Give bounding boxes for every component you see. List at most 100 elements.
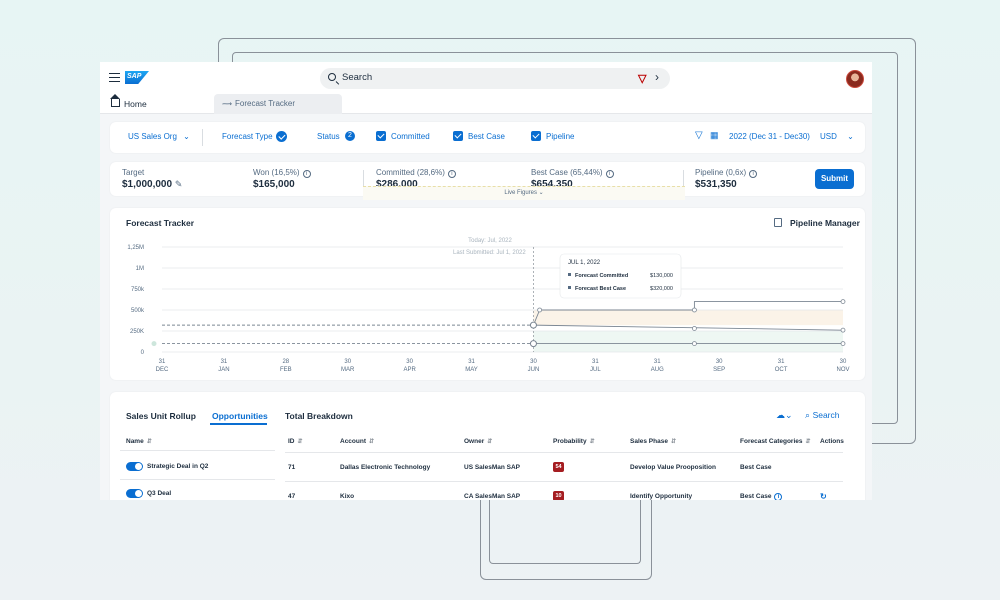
column-header-probability[interactable]: Probability ⇵ [553,438,595,445]
series-line [533,324,844,331]
home-icon[interactable] [110,94,120,107]
row-owner: CA SalesMan SAP [464,493,521,500]
live-figures-toggle[interactable]: Live Figures ⌄ [363,186,685,200]
divider [285,452,843,453]
deal-toggle[interactable] [126,489,143,498]
best-case-checkbox[interactable] [453,131,463,141]
forecast-type-check-icon[interactable] [276,131,287,142]
tooltip-row-label: Forecast Best Case [575,286,626,292]
data-point [529,321,537,329]
best-case-label[interactable]: Best Case [468,132,505,141]
sales-org-select[interactable]: US Sales Org ⌄ [128,132,190,141]
x-tick-day: 30 [840,359,847,365]
calendar-icon[interactable]: ▦ [710,130,719,141]
target-value: $1,000,000 ✎ [122,179,183,190]
data-point [151,341,157,347]
y-tick-label: 250K [130,329,144,335]
data-point [529,340,537,348]
filter-icon[interactable]: ▽ [638,72,646,85]
tab-forecast-tracker-label: Forecast Tracker [235,99,296,108]
row-forecast-category: Best Case [740,464,772,471]
deal-toggle[interactable] [126,462,143,471]
menu-icon[interactable] [109,73,120,82]
column-header-forecast-categories[interactable]: Forecast Categories ⇵ [740,438,811,445]
x-tick-month: OCT [775,367,788,373]
pipeline-label[interactable]: Pipeline [546,132,574,141]
tab-forecast-tracker[interactable]: ⟿ Forecast Tracker [214,94,342,114]
opportunities-card: Sales Unit Rollup Opportunities Total Br… [110,392,865,500]
committed-label[interactable]: Committed [391,132,430,141]
row-owner: US SalesMan SAP [464,464,520,471]
tab-sales-unit-rollup[interactable]: Sales Unit Rollup [126,411,196,421]
app-window: SAP Search ▽ › Home ⟿ Forecast Tracker U… [100,62,872,500]
search-field[interactable]: Search ▽ › [320,68,670,89]
x-tick-month: DEC [156,367,169,373]
info-icon: i [302,170,311,178]
tooltip-row-value: $320,000 [650,286,673,292]
row-sales-phase: Identify Opportunity [630,493,693,500]
table-search-button[interactable]: ⌕ Search [805,410,840,421]
divider [285,481,843,482]
x-tick-day: 30 [530,359,537,365]
target-label: Target [122,168,145,177]
tab-total-breakdown[interactable]: Total Breakdown [285,411,353,421]
column-header-id[interactable]: ID ⇵ [288,438,303,445]
x-tick-month: AUG [651,367,664,373]
cloud-upload-icon[interactable]: ☁⌄ [776,410,793,421]
committed-band [533,331,843,352]
won-value: $165,000 [253,179,295,190]
column-header-name[interactable]: Name ⇵ [126,438,152,445]
search-icon: ⌕ [805,410,811,420]
divider [120,450,275,451]
x-tick-day: 30 [406,359,413,365]
y-tick-label: 0 [141,350,145,356]
trend-icon: ⟿ [222,101,233,108]
refresh-icon[interactable]: ↻ [820,492,827,500]
filter-icon[interactable]: ▽ [695,130,703,141]
x-tick-month: NOV [836,367,849,373]
column-header-owner[interactable]: Owner ⇵ [464,438,492,445]
committed-kpi-label: Committed (28,6%) i [376,168,456,178]
x-tick-day: 30 [344,359,351,365]
x-tick-month: JAN [218,367,229,373]
x-tick-month: JUN [528,367,540,373]
x-tick-day: 31 [159,359,166,365]
status-count-badge: 2 [345,131,355,141]
avatar[interactable] [846,70,864,88]
forecast-chart-card: Forecast Tracker Pipeline Manager 1,25M 1… [110,208,865,380]
x-tick-day: 31 [654,359,661,365]
period-select[interactable]: 2022 (Dec 31 - Dec30) [729,132,810,141]
info-icon: i [447,170,456,178]
probability-badge: 10 [553,491,564,500]
pipeline-kpi-value: $531,350 [695,179,737,190]
home-link[interactable]: Home [124,99,147,109]
tooltip-legend-swatch [568,286,571,289]
info-icon: i [749,170,758,178]
chevron-right-icon[interactable]: › [655,70,659,84]
row-sales-phase: Develop Value Prooposition [630,464,716,471]
tab-opportunities[interactable]: Opportunities [212,411,268,421]
data-point [692,307,697,313]
deal-name: Strategic Deal in Q2 [147,463,209,470]
x-tick-month: FEB [280,367,292,373]
divider [202,129,203,146]
shell-bar: SAP Search ▽ › [100,62,872,94]
pipeline-checkbox[interactable] [531,131,541,141]
forecast-chart: 1,25M 1M 750k 500k 250K 0 31 DEC 31 JAN 28 FEB 30 MAR… [127,238,849,373]
committed-checkbox[interactable] [376,131,386,141]
pipeline-kpi-label: Pipeline (0,6x) i [695,168,758,178]
column-header-account[interactable]: Account ⇵ [340,438,374,445]
column-header-sales-phase[interactable]: Sales Phase ⇵ [630,438,676,445]
x-tick-month: JUL [590,367,601,373]
currency-select[interactable]: USD ⌄ [820,132,854,141]
submit-button[interactable]: Submit [815,169,854,189]
tooltip-title: JUL 1, 2022 [568,260,601,266]
tooltip-legend-swatch [568,273,571,276]
forecast-type-label[interactable]: Forecast Type [222,132,273,141]
sap-logo[interactable]: SAP [125,71,149,84]
data-point [537,307,543,313]
y-tick-label: 1,25M [127,245,144,251]
last-submitted-label: Last Submitted: Jul 1, 2022 [453,250,526,256]
status-label[interactable]: Status [317,132,340,141]
data-point [692,341,697,347]
